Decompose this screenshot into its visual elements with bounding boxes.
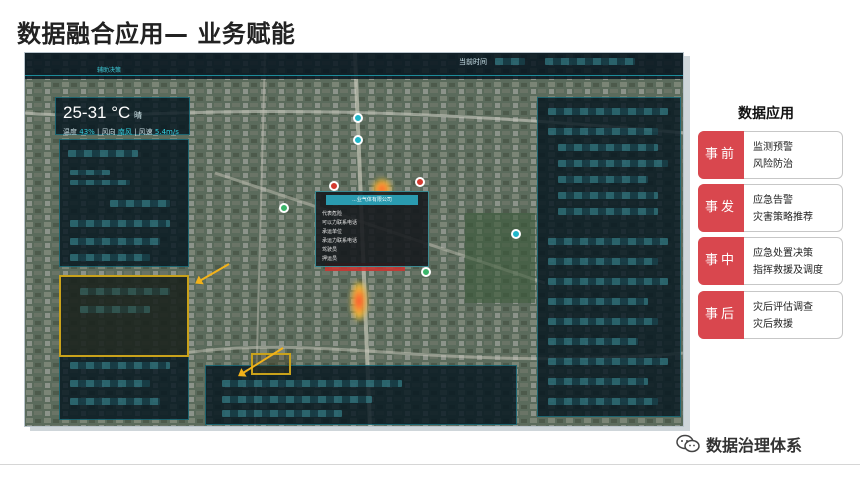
phase-tag: 事后: [698, 291, 744, 339]
highlight-box-events: [59, 275, 189, 357]
slide-title: 数据融合应用— 业务赋能: [17, 20, 296, 48]
phase-tag: 事发: [698, 184, 744, 232]
popup-row: 承运力联系电话: [322, 238, 358, 244]
phase-card-onset: 事发 应急告警 灾害策略推荐: [698, 184, 843, 232]
popup-header: ...业气体有限公司: [326, 195, 418, 205]
popup-row: 代表危险: [322, 211, 343, 217]
vehicle-info-popup: ...业气体有限公司 代表危险 可以力联系电话 承运单位 承运力联系电话 驾驶员…: [315, 191, 429, 267]
location-pin-icon[interactable]: [279, 203, 289, 213]
phase-item: 灾害策略推荐: [753, 212, 813, 223]
weather-temperature: 25-31 °C: [63, 103, 131, 122]
phase-item: 风险防治: [753, 159, 793, 170]
popup-row: 可以力联系电话: [322, 220, 358, 226]
phase-item: 灾后救援: [753, 319, 793, 330]
watermark: 数据治理体系: [676, 432, 802, 456]
alert-list-panel: [59, 139, 189, 267]
hazard-pin-icon[interactable]: [329, 181, 339, 191]
phase-item: 指挥救援及调度: [753, 265, 823, 276]
location-pin-icon[interactable]: [421, 267, 431, 277]
wechat-icon: [676, 434, 700, 453]
phase-card-after: 事后 灾后评估调查 灾后救援: [698, 291, 843, 339]
phase-item: 应急处置决策: [753, 248, 813, 259]
map-pin-icon[interactable]: [511, 229, 521, 239]
map-pin-icon[interactable]: [353, 135, 363, 145]
topbar-title: 辅助决策: [97, 67, 122, 74]
current-time-label: 当前时间: [459, 58, 487, 66]
topbar-divider: [25, 75, 683, 76]
phase-item: 应急告警: [753, 195, 793, 206]
right-data-panel: [537, 97, 681, 417]
popup-row: 承运单位: [322, 229, 343, 235]
hazard-pin-icon[interactable]: [415, 177, 425, 187]
data-application-title: 数据应用: [738, 106, 794, 122]
phase-card-before: 事前 监测预警 风险防治: [698, 131, 843, 179]
dashboard-screenshot: 辅助决策 当前时间 25-31 °C 晴 温度 43% | 风向 南风 | 风速…: [24, 52, 684, 427]
popup-row: 押运员: [322, 256, 338, 262]
phase-tag: 事中: [698, 237, 744, 285]
weather-stats: 温度 43% | 风向 南风 | 风速 5.4m/s: [63, 128, 179, 136]
phase-item: 监测预警: [753, 142, 793, 153]
heat-spot: [351, 281, 367, 321]
watermark-text: 数据治理体系: [706, 436, 803, 455]
footer-divider: [0, 464, 860, 465]
phase-item: 灾后评估调查: [753, 302, 813, 313]
popup-row: 驾驶员: [322, 247, 338, 253]
phase-tag: 事前: [698, 131, 744, 179]
phase-card-during: 事中 应急处置决策 指挥救援及调度: [698, 237, 843, 285]
weather-condition: 晴: [134, 111, 142, 120]
map-pin-icon[interactable]: [353, 113, 363, 123]
